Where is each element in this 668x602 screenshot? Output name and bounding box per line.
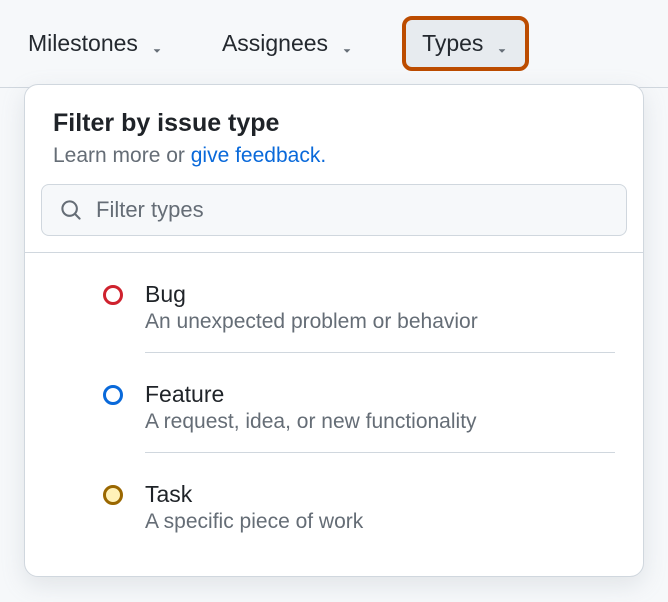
dropdown-subtitle: Learn more or give feedback. (53, 144, 615, 168)
type-text: Bug An unexpected problem or behavior (145, 281, 615, 353)
type-name: Feature (145, 381, 615, 408)
filter-bar: Milestones Assignees Types (0, 0, 668, 88)
type-item-feature[interactable]: Feature A request, idea, or new function… (25, 367, 643, 467)
filter-assignees[interactable]: Assignees (212, 24, 364, 63)
type-item-task[interactable]: Task A specific piece of work (25, 467, 643, 548)
chevron-down-icon (495, 37, 509, 51)
search-icon (60, 199, 82, 221)
dropdown-title: Filter by issue type (53, 109, 615, 138)
type-description: An unexpected problem or behavior (145, 310, 615, 334)
search-box[interactable] (41, 184, 627, 236)
filter-milestones-label: Milestones (28, 30, 138, 57)
type-name: Bug (145, 281, 615, 308)
filter-milestones[interactable]: Milestones (18, 24, 174, 63)
circle-icon (103, 485, 123, 505)
filter-assignees-label: Assignees (222, 30, 328, 57)
circle-icon (103, 285, 123, 305)
chevron-down-icon (340, 37, 354, 51)
dropdown-header: Filter by issue type Learn more or give … (25, 85, 643, 184)
circle-icon (103, 385, 123, 405)
give-feedback-link[interactable]: give feedback. (191, 144, 326, 167)
type-name: Task (145, 481, 615, 508)
type-description: A request, idea, or new functionality (145, 410, 615, 434)
type-text: Feature A request, idea, or new function… (145, 381, 615, 453)
dropdown-subtitle-prefix: Learn more or (53, 144, 191, 167)
filter-types-input[interactable] (96, 197, 608, 223)
filter-types-label: Types (422, 30, 483, 57)
type-description: A specific piece of work (145, 510, 615, 534)
type-text: Task A specific piece of work (145, 481, 615, 534)
type-list: Bug An unexpected problem or behavior Fe… (25, 253, 643, 576)
type-item-bug[interactable]: Bug An unexpected problem or behavior (25, 267, 643, 367)
search-wrap (25, 184, 643, 252)
filter-types[interactable]: Types (402, 16, 529, 71)
types-dropdown-panel: Filter by issue type Learn more or give … (24, 84, 644, 577)
chevron-down-icon (150, 37, 164, 51)
